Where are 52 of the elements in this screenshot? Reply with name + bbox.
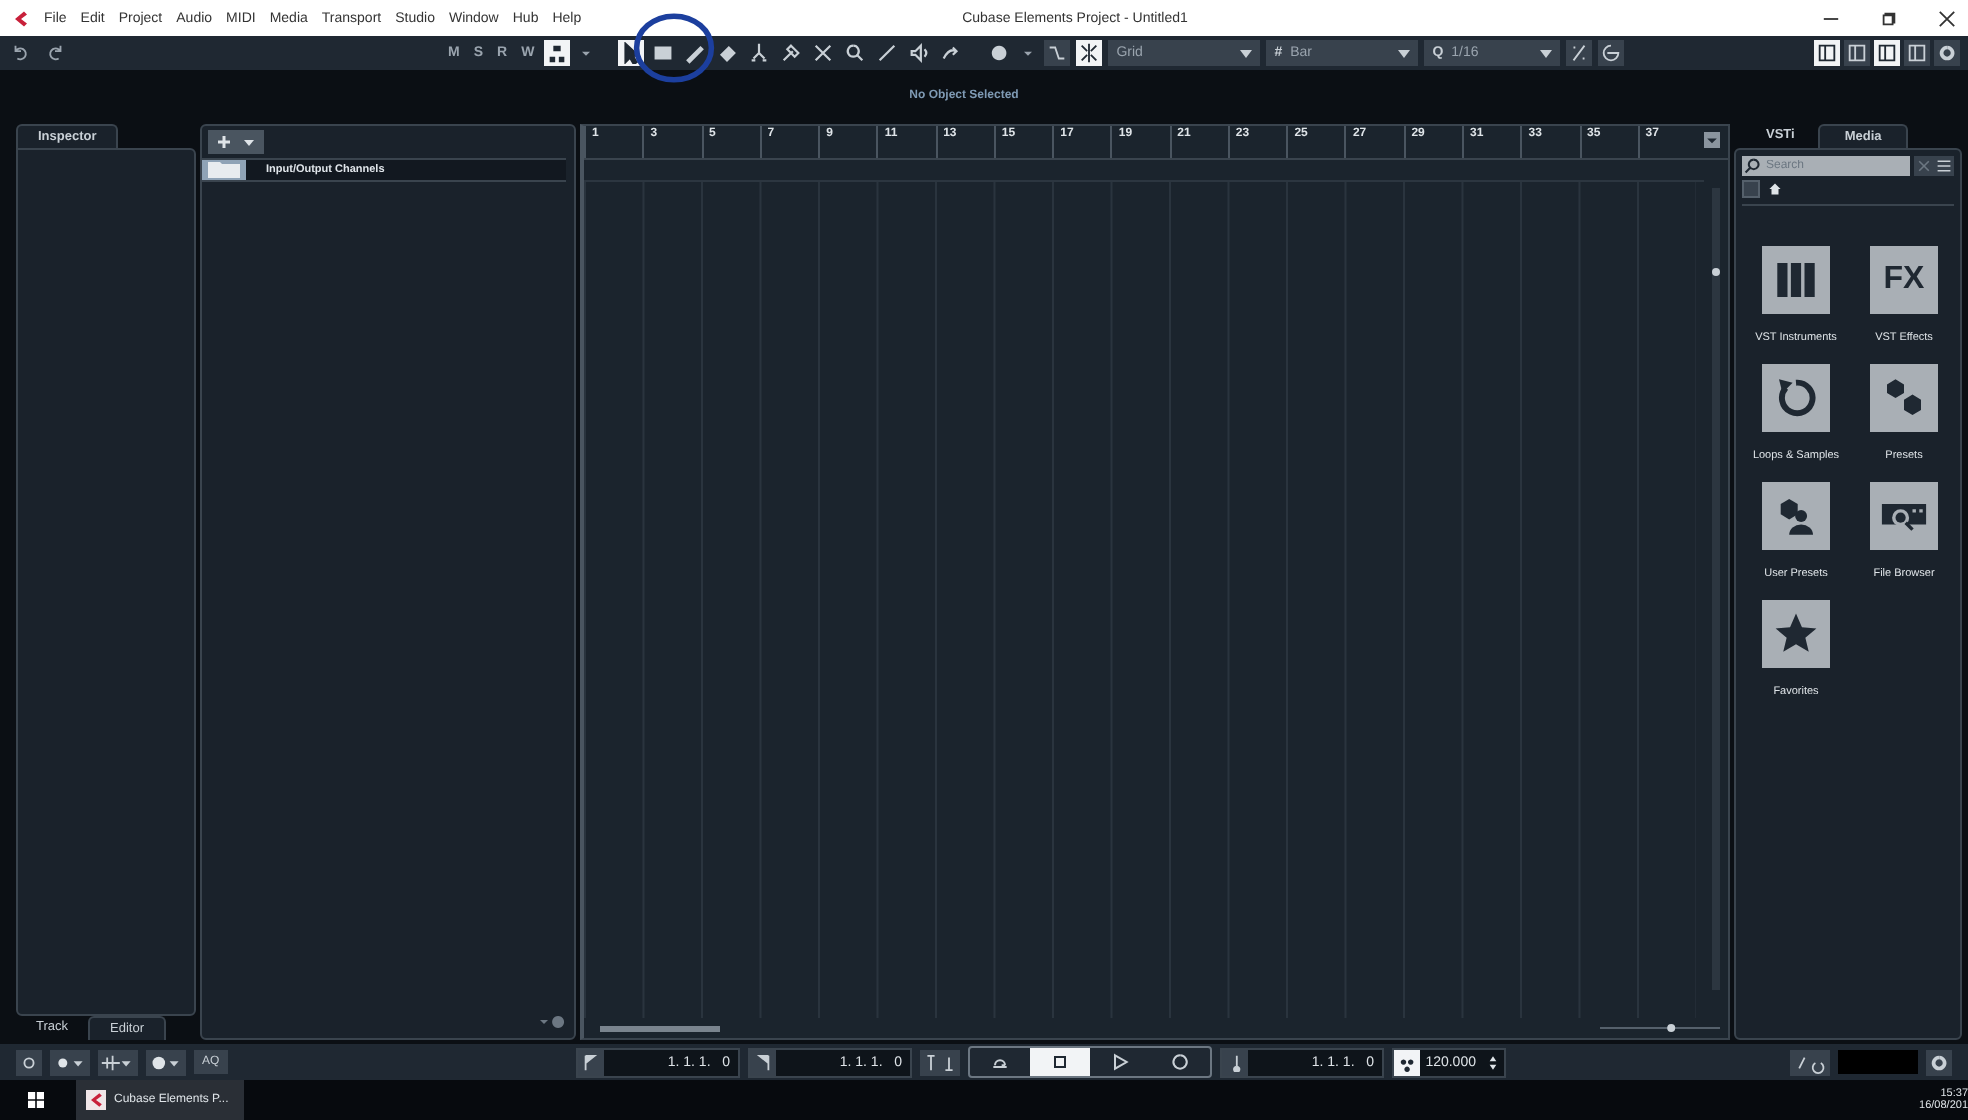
search-icon	[1742, 156, 1762, 176]
record-mode-icon[interactable]	[50, 1049, 90, 1075]
metronome-icon	[1394, 1049, 1420, 1075]
add-track-icon[interactable]	[208, 130, 264, 154]
hexagons-icon[interactable]	[1870, 364, 1938, 432]
left-locator-icon	[578, 1049, 604, 1075]
settings-icon[interactable]	[1926, 1049, 1952, 1075]
zoom-icon[interactable]	[842, 40, 869, 66]
range-icon[interactable]	[650, 40, 677, 66]
pencil-icon[interactable]	[682, 40, 709, 66]
stop-button[interactable]	[1030, 1048, 1090, 1076]
right-locator-icon	[750, 1049, 776, 1075]
eraser-icon[interactable]	[714, 40, 741, 66]
layout-icon[interactable]	[1874, 40, 1900, 66]
snap-icon[interactable]	[1076, 40, 1103, 66]
wireless-icon[interactable]	[16, 1049, 42, 1075]
home-icon[interactable]	[1768, 182, 1782, 196]
restore-icon[interactable]	[1880, 9, 1898, 27]
horizontal-zoom-slider[interactable]	[1600, 1022, 1720, 1034]
automation-icon[interactable]	[544, 40, 571, 66]
punch-icon[interactable]	[146, 1049, 186, 1075]
ruler-menu-icon[interactable]	[1704, 132, 1721, 148]
annotation-circle	[632, 12, 716, 84]
start-icon[interactable]	[28, 1092, 44, 1108]
user-preset-icon[interactable]	[1762, 482, 1830, 550]
glue-icon[interactable]	[778, 40, 805, 66]
cross-icon[interactable]	[810, 40, 837, 66]
app-logo-icon	[12, 9, 30, 27]
app-logo-icon	[86, 1090, 106, 1110]
level-meter	[1838, 1050, 1918, 1074]
waveform-icon[interactable]	[98, 1049, 138, 1075]
layout-icon[interactable]	[1844, 40, 1870, 66]
close-icon[interactable]	[1938, 9, 1956, 27]
horizontal-scrollbar[interactable]	[600, 1025, 720, 1031]
file-browser-icon[interactable]	[1870, 482, 1938, 550]
swing-icon[interactable]	[1598, 40, 1625, 66]
list-icon[interactable]	[1934, 156, 1954, 176]
locator-icon[interactable]	[920, 1049, 960, 1075]
checkbox[interactable]	[1742, 180, 1760, 198]
settings-icon[interactable]	[1934, 40, 1960, 66]
layout-icon[interactable]	[1904, 40, 1930, 66]
note-icon	[1222, 1049, 1248, 1075]
speaker-icon[interactable]	[906, 40, 933, 66]
snap-zero-icon[interactable]	[1044, 40, 1071, 66]
effects-tile[interactable]: FX	[1870, 246, 1938, 314]
quantize-icon[interactable]	[1566, 40, 1593, 66]
line-icon[interactable]	[874, 40, 901, 66]
folder-icon	[202, 160, 246, 180]
loop-icon[interactable]	[1762, 364, 1830, 432]
piano-keys-icon[interactable]	[1762, 246, 1830, 314]
sync-icon[interactable]	[1790, 1049, 1830, 1075]
layout-icon[interactable]	[1814, 40, 1840, 66]
